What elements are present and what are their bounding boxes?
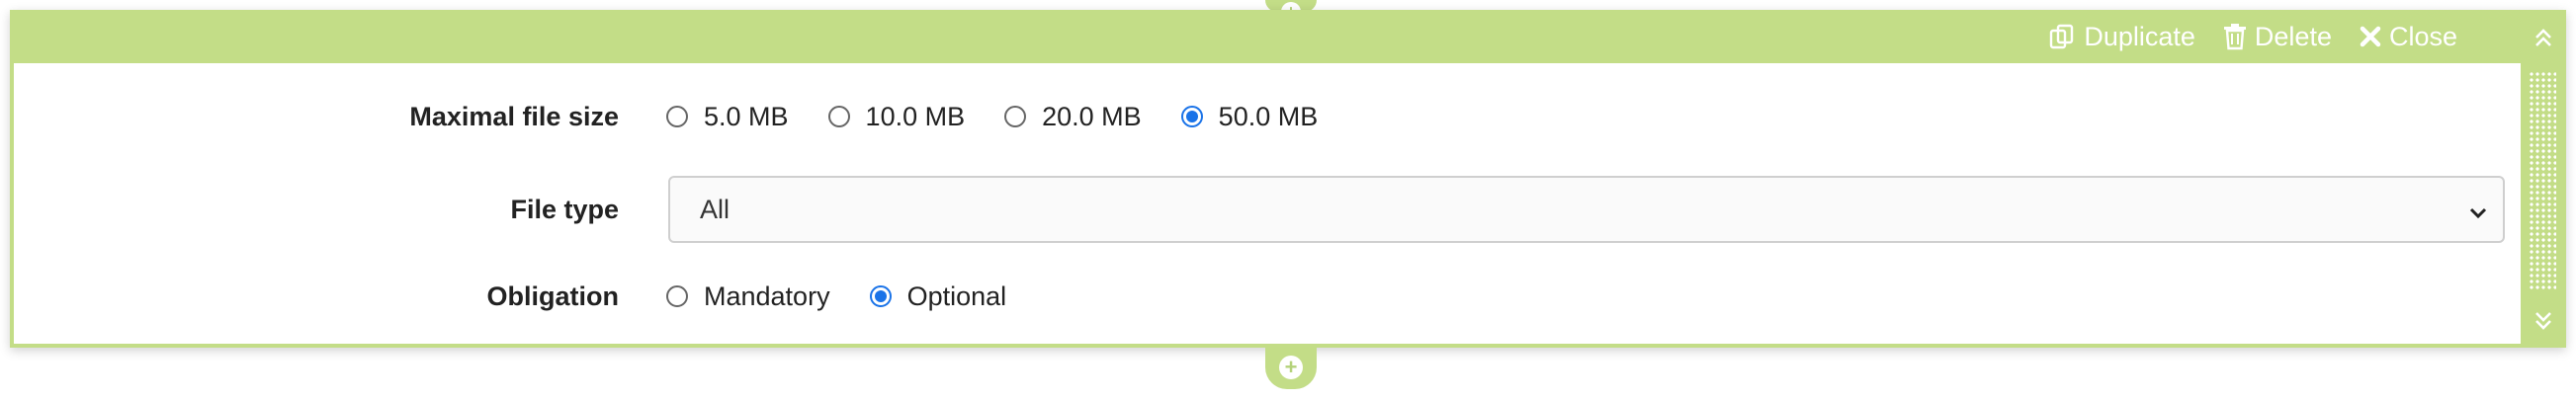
move-up-icon[interactable] xyxy=(2521,28,2566,54)
option-label: 50.0 MB xyxy=(1218,101,1319,131)
radio-button[interactable] xyxy=(827,106,850,127)
option-label: Mandatory xyxy=(704,281,830,311)
file-size-option-5mb[interactable]: 5.0 MB xyxy=(666,102,789,132)
file-type-row: File type All xyxy=(14,176,2521,243)
radio-button[interactable] xyxy=(666,106,688,127)
option-label: Optional xyxy=(906,281,1007,311)
file-size-option-10mb[interactable]: 10.0 MB xyxy=(827,101,966,132)
chevron-down-icon xyxy=(2467,200,2489,230)
obligation-option-mandatory[interactable]: Mandatory xyxy=(666,281,830,312)
trash-icon xyxy=(2223,23,2247,50)
drag-grip-icon[interactable] xyxy=(2529,71,2556,290)
close-button[interactable]: Close xyxy=(2360,22,2457,52)
option-label: 10.0 MB xyxy=(865,101,966,131)
add-below-tab[interactable]: + xyxy=(1265,346,1317,389)
obligation-label: Obligation xyxy=(486,281,619,311)
option-label: 20.0 MB xyxy=(1042,101,1142,131)
widget-form: Maximal file size 5.0 MB 10.0 MB 20.0 MB xyxy=(14,63,2521,344)
obligation-row: Obligation Mandatory Optional xyxy=(14,277,2521,316)
file-size-row: Maximal file size 5.0 MB 10.0 MB 20.0 MB xyxy=(14,97,2521,136)
radio-button-checked[interactable] xyxy=(1180,106,1203,127)
widget-editor: + Duplicate xyxy=(0,0,2576,401)
drag-handle-bar[interactable] xyxy=(2521,10,2566,348)
obligation-options: Mandatory Optional xyxy=(666,281,1046,312)
file-type-value: All xyxy=(700,194,730,224)
close-label: Close xyxy=(2388,21,2457,51)
widget-toolbar: Duplicate Delete Close xyxy=(10,10,2566,63)
file-type-label: File type xyxy=(510,194,619,224)
obligation-option-optional[interactable]: Optional xyxy=(869,281,1007,312)
file-size-label: Maximal file size xyxy=(409,101,619,131)
file-size-option-50mb[interactable]: 50.0 MB xyxy=(1180,101,1319,132)
radio-button[interactable] xyxy=(666,285,688,307)
delete-label: Delete xyxy=(2254,21,2332,51)
option-label: 5.0 MB xyxy=(704,101,789,131)
file-type-select[interactable]: All xyxy=(668,176,2505,243)
delete-button[interactable]: Delete xyxy=(2223,22,2332,52)
radio-button[interactable] xyxy=(1004,106,1027,127)
radio-button-checked[interactable] xyxy=(869,285,892,307)
duplicate-label: Duplicate xyxy=(2084,21,2195,51)
duplicate-icon xyxy=(2048,23,2076,50)
close-icon xyxy=(2360,26,2381,47)
file-upload-widget-panel: Duplicate Delete Close Maximal file size… xyxy=(10,10,2566,348)
file-size-options: 5.0 MB 10.0 MB 20.0 MB 50.0 MB xyxy=(666,102,1357,132)
add-icon[interactable]: + xyxy=(1279,356,1303,379)
file-size-option-20mb[interactable]: 20.0 MB xyxy=(1004,102,1142,132)
duplicate-button[interactable]: Duplicate xyxy=(2048,22,2195,52)
move-down-icon[interactable] xyxy=(2521,309,2566,336)
